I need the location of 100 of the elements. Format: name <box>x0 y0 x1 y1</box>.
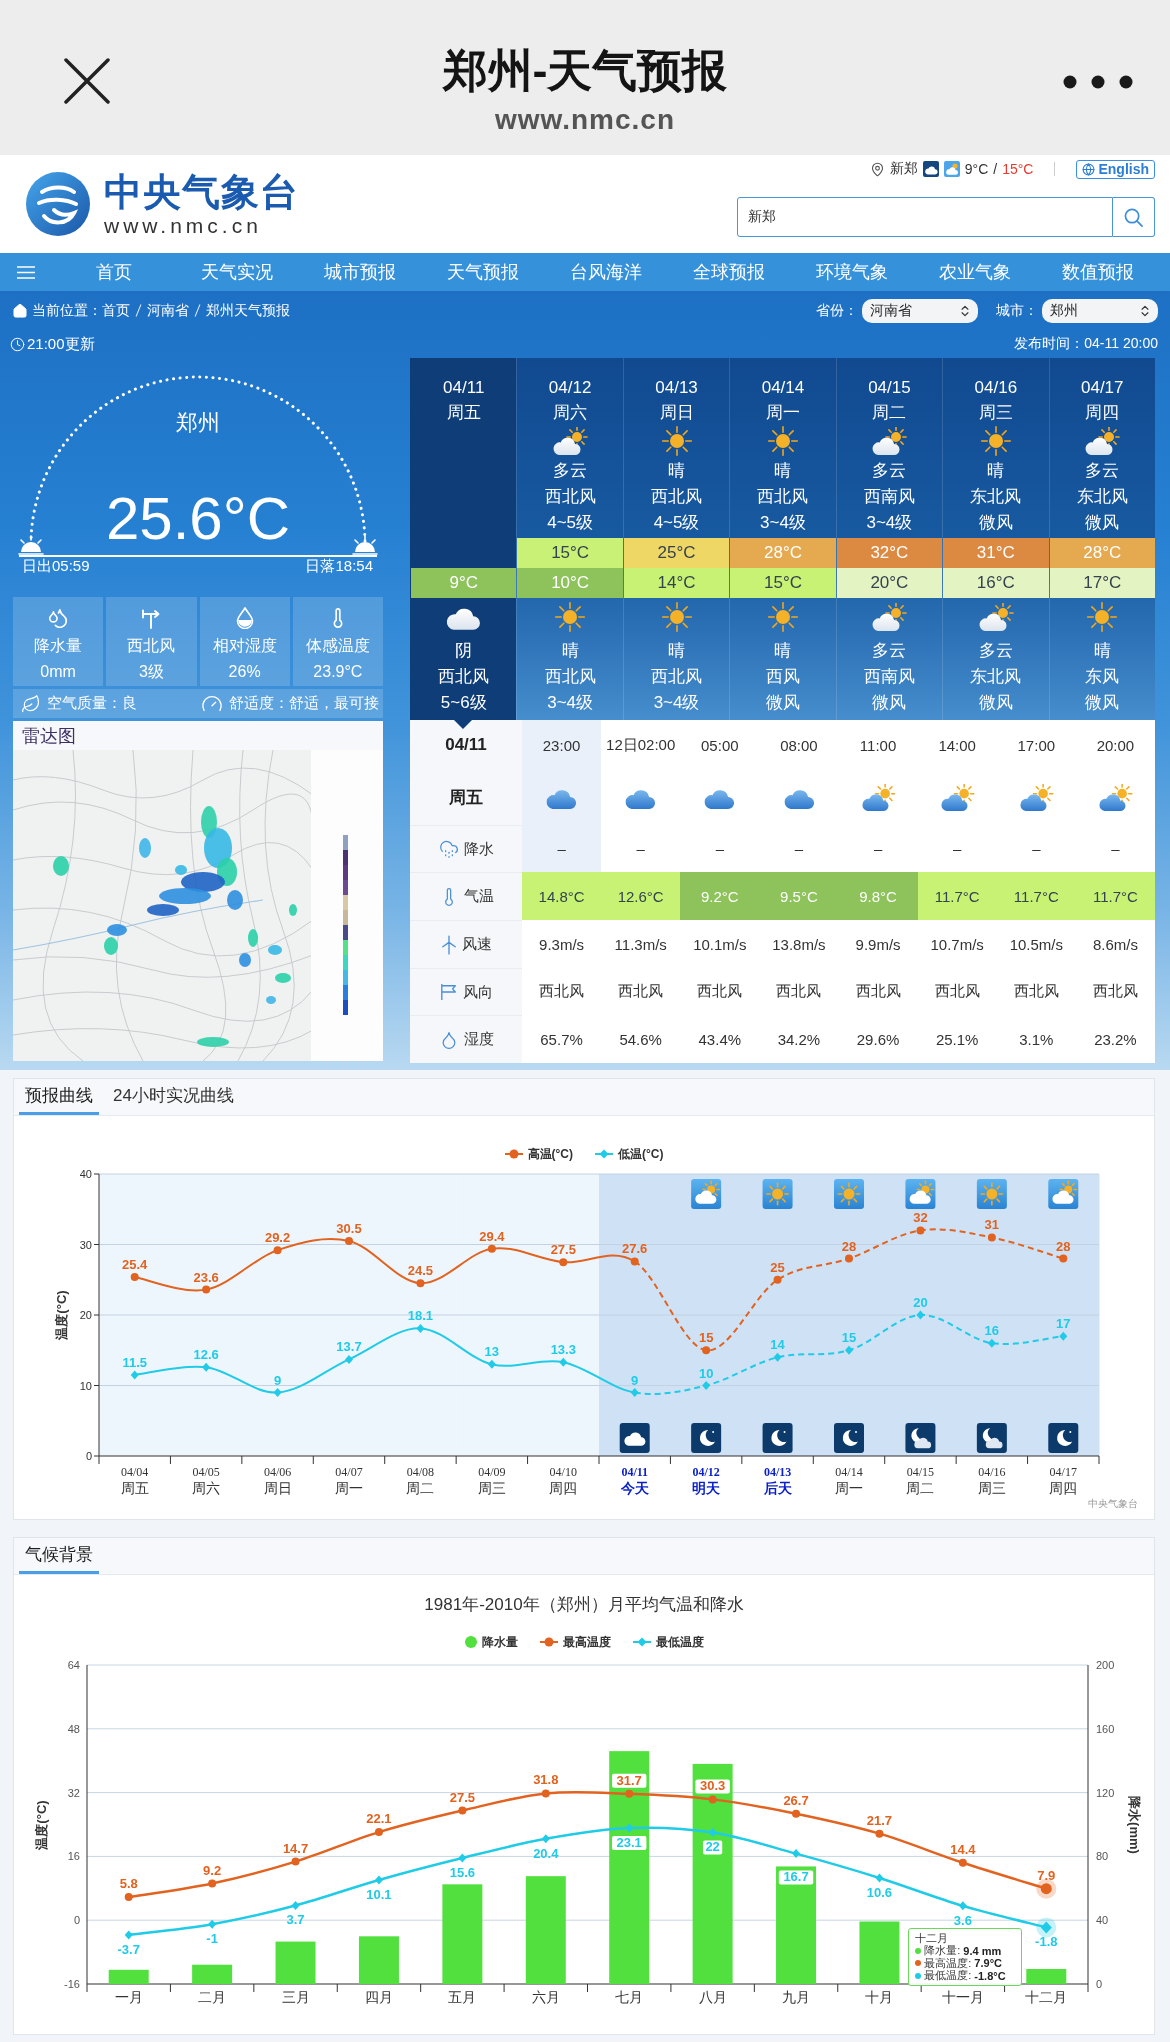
axis-tick-label: 30 <box>79 1238 92 1251</box>
wind-force: 微风 <box>872 692 907 714</box>
current-temperature: 25.6°C <box>105 484 291 554</box>
stat-label: 降水量 <box>34 636 83 656</box>
moon-icon <box>834 1423 864 1453</box>
logo-icon[interactable] <box>26 172 90 236</box>
tooltip-value: 9.4 mm <box>963 1944 1002 1957</box>
day-date: 04/12 <box>548 377 592 399</box>
weather-text: 晴 <box>774 640 792 662</box>
row-label: 风速 <box>461 935 492 954</box>
day-column[interactable]: 04/11 周五 9°C 阴 西北风 5~6级 <box>410 358 517 720</box>
wind-turbine-icon <box>440 934 457 955</box>
precipitation-bar <box>859 1921 900 1984</box>
axis-day-label: 周二 <box>406 1480 435 1496</box>
chart-credit: 中央气象台 <box>1088 1498 1138 1510</box>
day-column[interactable]: 04/15 周二 多云 西南风 3~4级 32°C 20°C 多云 西南风 微风 <box>835 358 943 720</box>
breadcrumb-link[interactable]: 首页 <box>102 301 130 320</box>
day-column[interactable]: 04/14 周一 晴 西北风 3~4级 28°C 15°C 晴 西风 微风 <box>729 358 836 720</box>
update-time: 21:00更新 <box>27 334 95 354</box>
wind-force: 5~6级 <box>440 692 487 714</box>
publish-time: 发布时间：04-11 20:00 <box>1014 335 1158 353</box>
data-label: 23.6 <box>193 1269 219 1285</box>
air-quality-text: 空气质量：良 <box>47 694 137 713</box>
menu-icon[interactable] <box>17 265 35 279</box>
axis-category-label: 十一月 <box>941 1989 984 2005</box>
data-point <box>916 1310 925 1320</box>
data-point <box>416 1323 425 1333</box>
axis-tick-label: 0 <box>73 1914 80 1927</box>
temp-cell: 9.8°C <box>838 872 918 920</box>
wind-direction: 东风 <box>1085 666 1120 688</box>
data-label: 9 <box>273 1372 282 1388</box>
wind-direction: 西北风 <box>438 666 490 688</box>
precipitation-bar <box>1026 1969 1067 1984</box>
sun-icon <box>660 425 693 457</box>
data-point <box>1059 1254 1068 1263</box>
weather-text: 晴 <box>561 640 579 662</box>
temp-cell: 11.7°C <box>917 872 997 920</box>
chart-tab[interactable]: 气候背景 <box>19 1538 99 1574</box>
data-point <box>345 1236 353 1245</box>
data-point <box>130 1370 139 1380</box>
breadcrumb-link[interactable]: 郑州天气预报 <box>206 301 290 320</box>
high-temp-cell: 28°C <box>1049 538 1155 568</box>
home-icon[interactable] <box>12 302 28 319</box>
axis-date-label: 04/11 <box>621 1465 649 1479</box>
radar-title: 雷达图 <box>13 721 383 750</box>
english-button[interactable]: English <box>1076 159 1155 179</box>
chart-tab[interactable]: 24小时实况曲线 <box>107 1079 240 1115</box>
close-icon[interactable] <box>64 57 110 104</box>
data-label: 28 <box>1056 1238 1071 1254</box>
data-point <box>130 1272 139 1281</box>
wind-force: 3~4级 <box>547 692 594 714</box>
day-column[interactable]: 04/13 周日 晴 西北风 4~5级 25°C 14°C 晴 西北风 3~4级 <box>622 358 730 720</box>
data-point <box>1059 1331 1068 1341</box>
sun-icon <box>834 1179 864 1209</box>
day-column[interactable]: 04/16 周三 晴 东北风 微风 31°C 16°C 多云 东北风 微风 <box>942 358 1049 720</box>
day-column[interactable]: 04/17 周四 多云 东北风 微风 28°C 17°C 晴 东风 微风 <box>1048 358 1155 720</box>
weather-text: 晴 <box>668 640 686 662</box>
sunset-time: 日落18:54 <box>305 556 373 576</box>
day-column[interactable]: 04/12 周六 多云 西北风 4~5级 15°C 10°C 晴 西北风 3~4级 <box>516 358 623 720</box>
data-point <box>625 1823 634 1833</box>
page-title: 郑州-天气预报 <box>442 43 728 98</box>
data-label: 13 <box>484 1344 500 1360</box>
high-temp-cell: 25°C <box>623 538 730 568</box>
data-label: 5.8 <box>119 1876 138 1892</box>
low-temperature: 9°C <box>964 161 989 177</box>
more-icon[interactable] <box>1063 74 1133 89</box>
data-point <box>202 1285 211 1294</box>
sun-icon <box>766 601 799 633</box>
search-button[interactable] <box>1113 197 1155 237</box>
stat-label: 西北风 <box>127 636 176 656</box>
data-label: 16 <box>984 1323 1000 1339</box>
search-field[interactable]: 新郑 <box>737 197 1113 237</box>
data-point <box>773 1275 782 1284</box>
data-point <box>875 1873 884 1883</box>
day-date: 04/16 <box>974 377 1018 399</box>
axis-date-label: 04/04 <box>121 1465 149 1479</box>
leaf-icon <box>21 693 41 714</box>
data-label: 27.5 <box>449 1789 476 1805</box>
axis-date-label: 04/10 <box>549 1465 577 1479</box>
data-point <box>916 1226 925 1235</box>
data-label: 9.2 <box>203 1862 222 1878</box>
wind-force: 3~4级 <box>866 512 913 534</box>
data-point <box>1040 1921 1052 1934</box>
axis-day-label: 周六 <box>192 1480 221 1496</box>
axis-date-label: 04/06 <box>263 1465 292 1479</box>
axis-date-label: 04/15 <box>906 1465 935 1479</box>
axis-tick-label: 10 <box>79 1379 92 1392</box>
city-select[interactable]: 郑州 <box>1042 298 1158 323</box>
province-select[interactable]: 河南省 <box>862 298 978 323</box>
cloud-sun-icon <box>691 1179 722 1209</box>
data-point <box>458 1853 467 1863</box>
axis-tick-label: -16 <box>64 1978 80 1990</box>
logo-url: www.nmc.cn <box>104 214 263 238</box>
breadcrumb-link[interactable]: 河南省 <box>147 301 189 320</box>
legend-label: 降水量 <box>481 1633 518 1651</box>
chart-tab[interactable]: 预报曲线 <box>19 1079 99 1115</box>
data-label: 20 <box>913 1295 928 1310</box>
data-label: 30.3 <box>699 1778 726 1794</box>
data-label: 22.1 <box>366 1811 392 1827</box>
low-temp-cell: 16°C <box>943 568 1049 598</box>
